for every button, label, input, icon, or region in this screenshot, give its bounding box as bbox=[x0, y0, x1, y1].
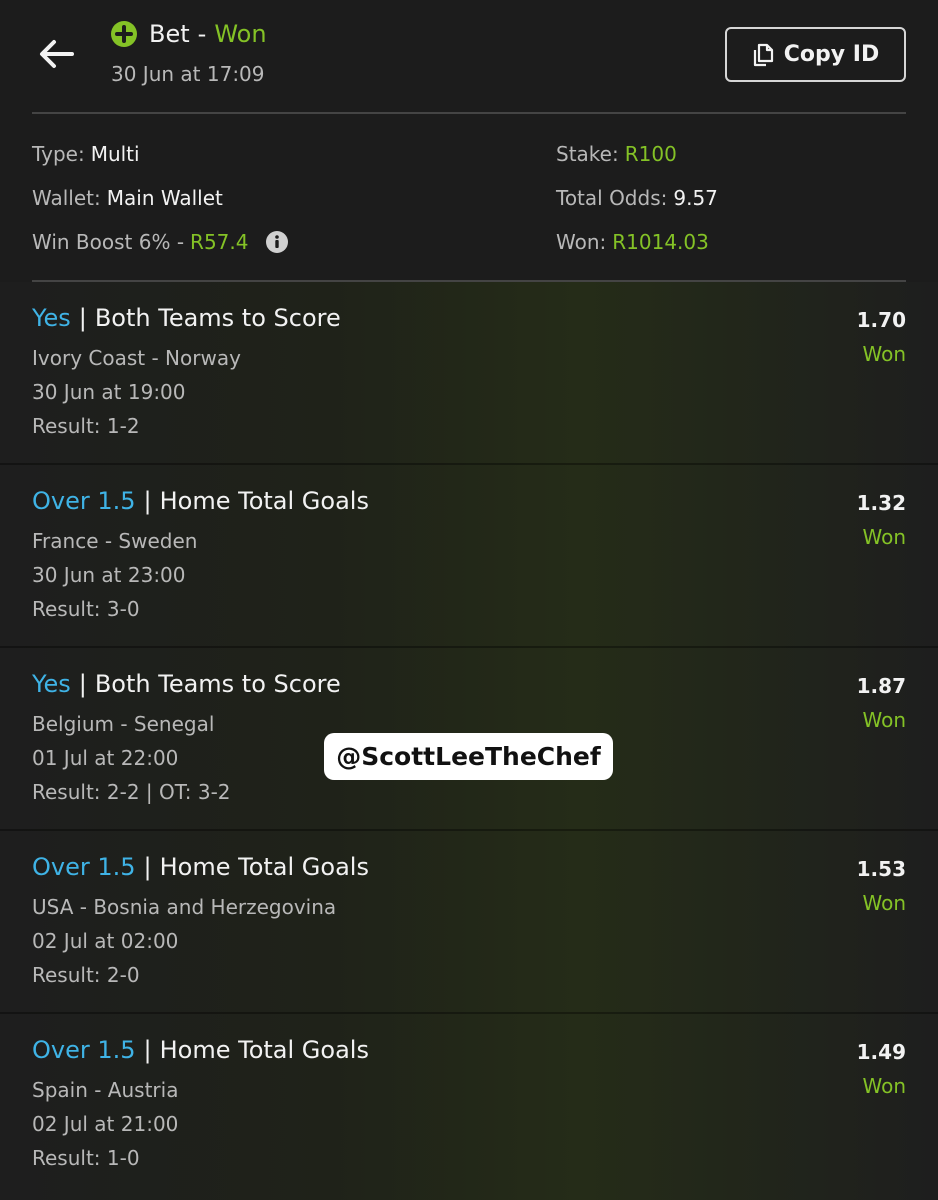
pick-separator: | bbox=[143, 1036, 152, 1064]
copy-icon bbox=[753, 43, 773, 66]
selection-odds: 1.49 bbox=[856, 1040, 906, 1064]
pick-separator: | bbox=[143, 487, 152, 515]
bet-type: Type: Multi bbox=[32, 142, 140, 166]
bet-status: Won bbox=[214, 20, 267, 48]
won-label: Won: bbox=[556, 230, 607, 254]
selection-market: Over 1.5 | Home Total Goals bbox=[32, 853, 369, 881]
selection-pick: Yes bbox=[32, 670, 71, 698]
match-result: Result: 1-0 bbox=[32, 1146, 140, 1170]
total-odds: Total Odds: 9.57 bbox=[556, 186, 718, 210]
selection-market: Over 1.5 | Home Total Goals bbox=[32, 1036, 369, 1064]
wallet-label: Wallet: bbox=[32, 186, 101, 210]
selection-pick: Over 1.5 bbox=[32, 487, 136, 515]
header-divider bbox=[32, 112, 906, 114]
market-name: Both Teams to Score bbox=[94, 670, 341, 698]
selection-odds: 1.87 bbox=[856, 674, 906, 698]
pick-separator: | bbox=[143, 853, 152, 881]
match-result: Result: 3-0 bbox=[32, 597, 140, 621]
match-datetime: 30 Jun at 23:00 bbox=[32, 563, 186, 587]
bet-title: Bet - Won bbox=[111, 20, 267, 48]
arrow-left-icon bbox=[40, 40, 74, 68]
info-icon[interactable] bbox=[266, 231, 289, 253]
pick-separator: | bbox=[78, 304, 87, 332]
copy-id-label: Copy ID bbox=[783, 42, 880, 67]
market-name: Home Total Goals bbox=[159, 853, 369, 881]
match-result: Result: 2-2 | OT: 3-2 bbox=[32, 780, 231, 804]
wallet: Wallet: Main Wallet bbox=[32, 186, 223, 210]
bet-type-label: Type: bbox=[32, 142, 85, 166]
selection-odds: 1.70 bbox=[856, 308, 906, 332]
bet-datetime: 30 Jun at 17:09 bbox=[111, 62, 265, 86]
watermark-label: @ScottLeeTheChef bbox=[324, 733, 613, 780]
selection-item[interactable]: Over 1.5 | Home Total Goals France - Swe… bbox=[0, 465, 938, 648]
match-datetime: 01 Jul at 22:00 bbox=[32, 746, 179, 770]
match-teams: France - Sweden bbox=[32, 529, 198, 553]
market-name: Home Total Goals bbox=[159, 487, 369, 515]
win-boost-label: Win Boost 6% - bbox=[32, 230, 185, 254]
stake-label: Stake: bbox=[556, 142, 619, 166]
wallet-value: Main Wallet bbox=[106, 186, 223, 210]
selection-pick: Yes bbox=[32, 304, 71, 332]
selection-odds: 1.53 bbox=[856, 857, 906, 881]
won-value: R1014.03 bbox=[612, 230, 709, 254]
match-datetime: 02 Jul at 21:00 bbox=[32, 1112, 179, 1136]
selection-status: Won bbox=[862, 342, 906, 366]
market-name: Both Teams to Score bbox=[94, 304, 341, 332]
selection-pick: Over 1.5 bbox=[32, 1036, 136, 1064]
selection-market: Yes | Both Teams to Score bbox=[32, 670, 341, 698]
selection-item[interactable]: Yes | Both Teams to Score Ivory Coast - … bbox=[0, 282, 938, 465]
match-datetime: 30 Jun at 19:00 bbox=[32, 380, 186, 404]
selection-status: Won bbox=[862, 525, 906, 549]
selection-status: Won bbox=[862, 708, 906, 732]
match-teams: Ivory Coast - Norway bbox=[32, 346, 241, 370]
title-separator: - bbox=[197, 20, 207, 48]
selection-odds: 1.32 bbox=[856, 491, 906, 515]
won-amount: Won: R1014.03 bbox=[556, 230, 709, 254]
market-name: Home Total Goals bbox=[159, 1036, 369, 1064]
bet-type-value: Multi bbox=[90, 142, 140, 166]
selection-status: Won bbox=[862, 1074, 906, 1098]
match-result: Result: 2-0 bbox=[32, 963, 140, 987]
total-odds-label: Total Odds: bbox=[556, 186, 668, 210]
selection-market: Over 1.5 | Home Total Goals bbox=[32, 487, 369, 515]
copy-id-button[interactable]: Copy ID bbox=[725, 27, 906, 82]
match-teams: USA - Bosnia and Herzegovina bbox=[32, 895, 337, 919]
match-teams: Belgium - Senegal bbox=[32, 712, 215, 736]
selection-item[interactable]: Over 1.5 | Home Total Goals USA - Bosnia… bbox=[0, 831, 938, 1014]
stake-value: R100 bbox=[624, 142, 677, 166]
selection-item[interactable]: Over 1.5 | Home Total Goals Spain - Aust… bbox=[0, 1014, 938, 1197]
match-teams: Spain - Austria bbox=[32, 1078, 179, 1102]
stake: Stake: R100 bbox=[556, 142, 677, 166]
pick-separator: | bbox=[78, 670, 87, 698]
header: Bet - Won 30 Jun at 17:09 Copy ID bbox=[0, 0, 938, 112]
win-boost-value: R57.4 bbox=[190, 230, 249, 254]
selection-pick: Over 1.5 bbox=[32, 853, 136, 881]
back-button[interactable] bbox=[32, 32, 80, 76]
match-result: Result: 1-2 bbox=[32, 414, 140, 438]
win-boost: Win Boost 6% - R57.4 bbox=[32, 230, 289, 254]
selection-status: Won bbox=[862, 891, 906, 915]
bet-title-label: Bet bbox=[149, 20, 190, 48]
total-odds-value: 9.57 bbox=[673, 186, 718, 210]
plus-circle-icon bbox=[111, 21, 137, 47]
match-datetime: 02 Jul at 02:00 bbox=[32, 929, 179, 953]
bet-details-screen: Bet - Won 30 Jun at 17:09 Copy ID Type: … bbox=[0, 0, 938, 1200]
selection-market: Yes | Both Teams to Score bbox=[32, 304, 341, 332]
